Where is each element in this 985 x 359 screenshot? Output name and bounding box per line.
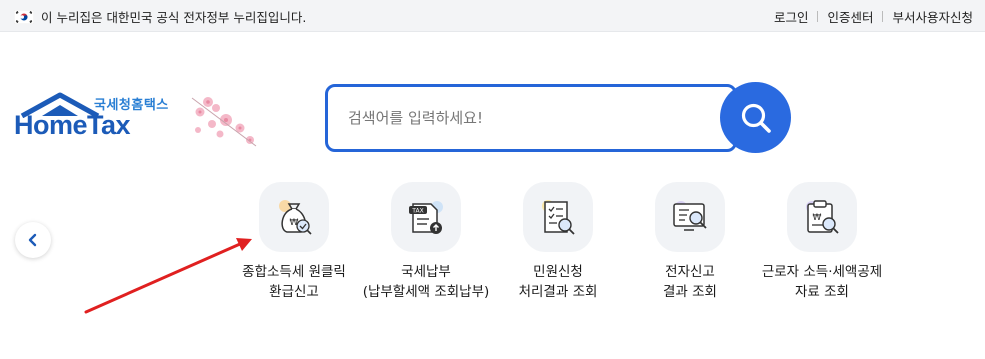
cert-center-link[interactable]: 인증센터 [827,7,873,26]
search-icon [741,103,771,133]
quick-menu-item-e-filing-result[interactable]: 전자신고 결과 조회 [620,182,760,302]
divider [882,11,884,22]
annotation-arrow-icon [84,238,252,314]
checklist-search-icon [523,182,593,252]
search-button[interactable] [720,82,791,153]
menu-label-line1: 전자신고 [665,264,715,280]
gov-notice-text: 이 누리집은 대한민국 공식 전자정부 누리집입니다. [41,10,307,25]
logo-title: HomeTax [14,110,131,140]
hometax-logo[interactable]: 국세청홈택스 HomeTax [14,90,264,160]
menu-label-line1: 국세납부 [401,264,451,280]
quick-menu-item-deduction-data[interactable]: ₩ 근로자 소득·세액공제 자료 조회 [752,182,892,302]
dept-user-signup-link[interactable]: 부서사용자신청 [892,7,973,26]
search-input[interactable] [348,104,718,132]
utility-links: 로그인 인증센터 부서사용자신청 [774,7,973,26]
search-box [325,84,737,152]
money-bag-check-icon: ₩ [259,182,329,252]
login-link[interactable]: 로그인 [774,7,809,26]
chevron-left-icon [28,233,37,247]
monitor-search-icon [655,182,725,252]
svg-text:TAX: TAX [411,208,423,215]
menu-label-line1: 근로자 소득·세액공제 [761,264,883,280]
menu-label-line1: 민원신청 [533,264,583,280]
quick-menu-item-income-tax-refund[interactable]: ₩ 종합소득세 원클릭 환급신고 [224,182,364,302]
tax-document-upload-icon: TAX [391,182,461,252]
menu-label-line2: 결과 조회 [663,284,717,300]
menu-label-line2: 자료 조회 [795,284,849,300]
menu-label-line1: 종합소득세 원클릭 [242,264,346,280]
quick-menu-item-civil-petition[interactable]: 민원신청 처리결과 조회 [488,182,628,302]
svg-text:₩: ₩ [813,213,822,223]
cherry-blossom-icon [191,97,257,147]
divider [817,11,819,22]
carousel-prev-button[interactable] [15,222,51,258]
top-utility-bar: 이 누리집은 대한민국 공식 전자정부 누리집입니다. 로그인 인증센터 부서사… [0,0,985,32]
clipboard-search-icon: ₩ [787,182,857,252]
korean-flag-icon [13,9,35,24]
gov-notice: 이 누리집은 대한민국 공식 전자정부 누리집입니다. [13,7,307,26]
menu-label-line2: 환급신고 [269,284,319,300]
menu-label-line2: 처리결과 조회 [518,284,598,300]
menu-label-line2: (납부할세액 조회납부) [362,284,490,300]
quick-menu-item-tax-payment[interactable]: TAX 국세납부 (납부할세액 조회납부) [356,182,496,302]
